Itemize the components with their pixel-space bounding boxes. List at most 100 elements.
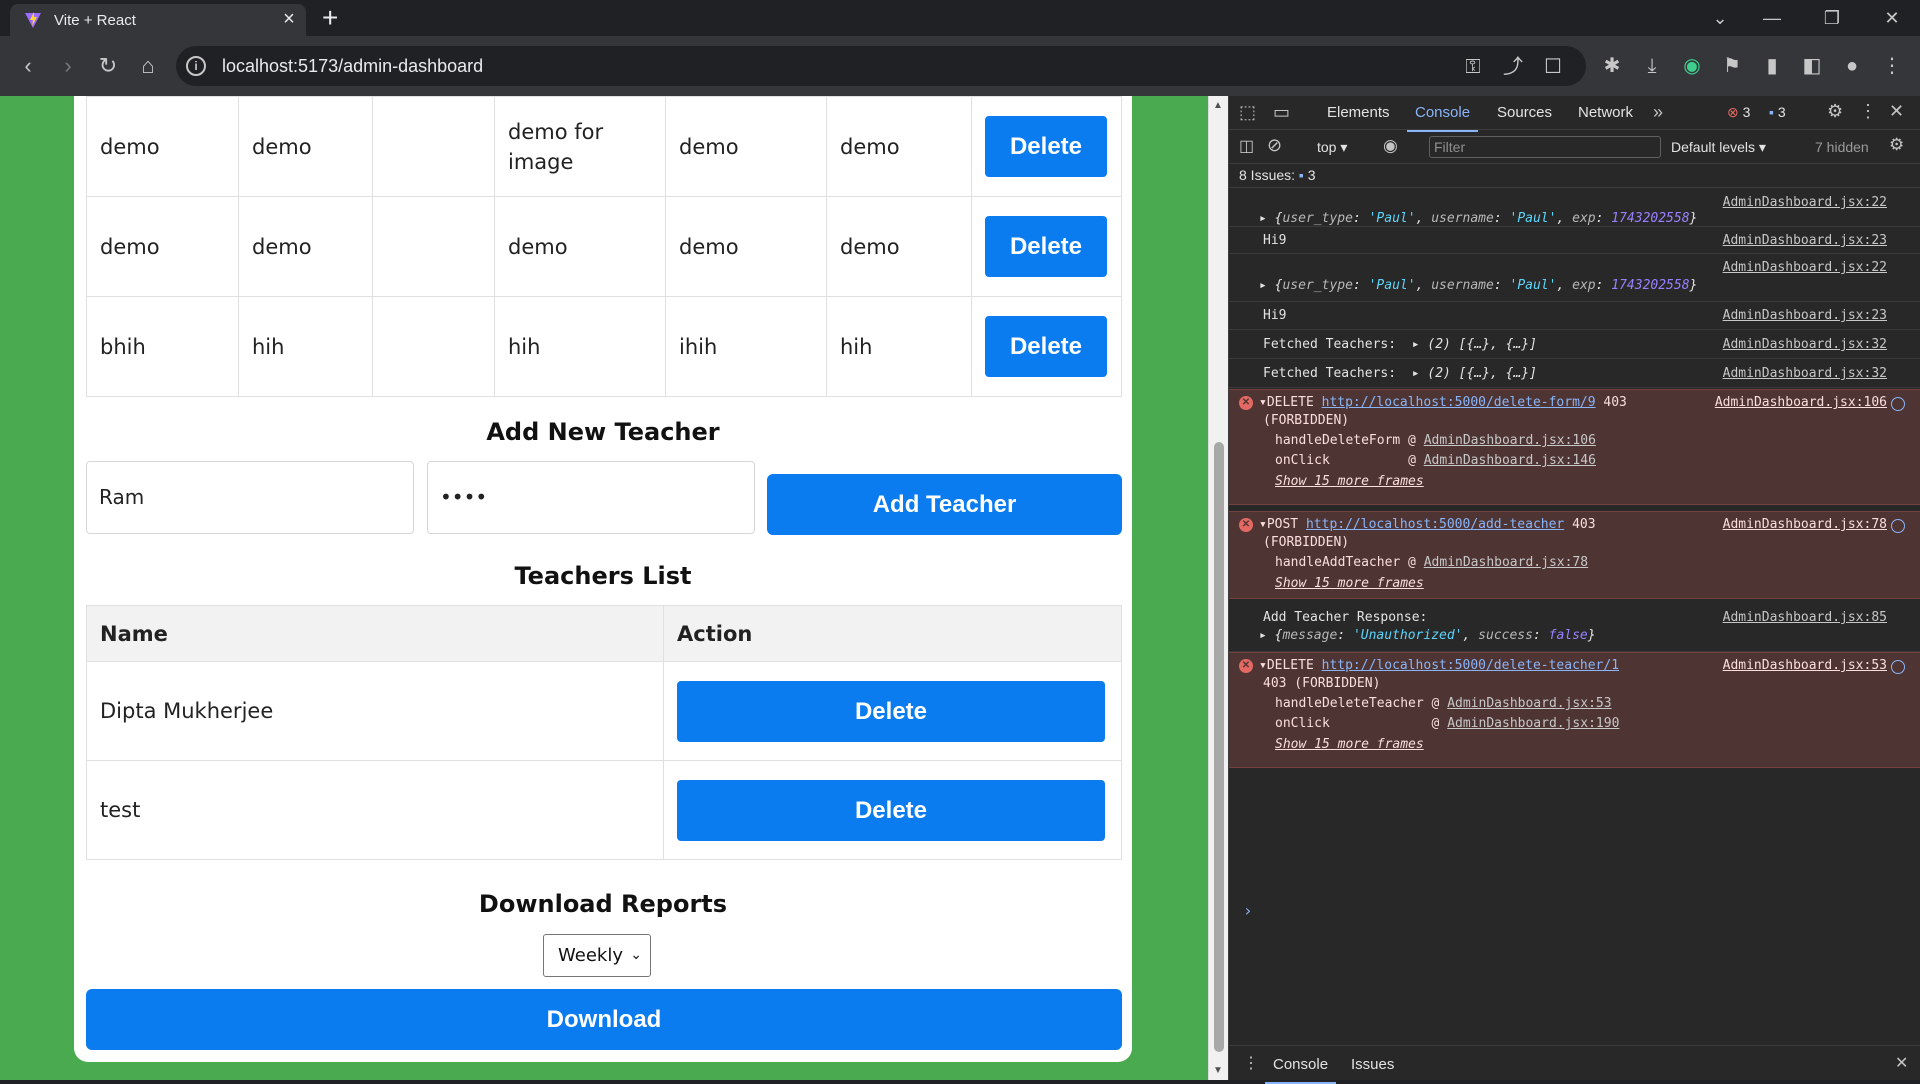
console-settings-icon[interactable]: ⚙ [1889,135,1904,155]
share-icon[interactable]: ⤴ [1500,54,1526,80]
source-link[interactable]: AdminDashboard.jsx:106 [1715,395,1887,410]
tab-elements[interactable]: Elements [1327,104,1390,121]
password-key-icon[interactable]: ⚿ [1460,54,1486,80]
source-link[interactable]: AdminDashboard.jsx:53 [1723,658,1887,673]
tab-console[interactable]: Console [1406,104,1479,132]
network-request-icon[interactable] [1891,660,1905,674]
extension-puzzle-icon[interactable]: ⚑ [1718,52,1746,80]
source-link[interactable]: AdminDashboard.jsx:23 [1723,233,1887,248]
bookmark-list-icon[interactable]: ▮ [1758,52,1786,80]
side-panel-icon[interactable]: ◧ [1798,52,1826,80]
home-icon[interactable]: ⌂ [134,52,162,80]
tab-network[interactable]: Network [1578,104,1633,121]
console-log-row: Add Teacher Response: AdminDashboard.jsx… [1229,602,1920,652]
address-bar[interactable]: i localhost:5173/admin-dashboard ⚿ ⤴ ☐ [176,46,1586,86]
teacher-password-input[interactable]: •••• [427,461,755,534]
log-levels-select[interactable]: Default levels ▾ [1671,139,1766,156]
browser-menu-icon[interactable]: ⋮ [1878,52,1906,80]
close-window-icon[interactable]: ✕ [1872,4,1912,32]
drawer-tab-console[interactable]: Console [1264,1056,1337,1084]
table-cell: ihih [665,296,827,397]
device-toolbar-icon[interactable]: ▭ [1273,102,1290,123]
browser-tab[interactable]: Vite + React × [10,4,306,36]
console-log-row: Fetched Teachers: ▸ (2) [{…}, {…}] Admin… [1229,330,1920,359]
devtools-menu-icon[interactable]: ⋮ [1859,101,1877,122]
context-select[interactable]: top ▾ [1317,139,1347,156]
forward-icon[interactable]: › [54,52,82,80]
close-tab-icon[interactable]: × [278,8,300,30]
close-devtools-icon[interactable]: ✕ [1889,101,1904,122]
live-expression-eye-icon[interactable]: ◉ [1383,136,1398,156]
console-prompt-icon[interactable]: › [1243,901,1253,920]
report-period-value: Weekly [558,945,623,966]
close-drawer-icon[interactable]: ✕ [1895,1053,1908,1073]
table-cell: Delete [971,296,1122,397]
scrollbar-thumb[interactable] [1214,442,1224,1052]
inspect-element-icon[interactable]: ⬚ [1239,102,1256,123]
reload-icon[interactable]: ↻ [94,52,122,80]
download-button[interactable]: Download [86,989,1122,1050]
delete-teacher-button[interactable]: Delete [677,680,1105,742]
profile-avatar[interactable]: ● [1838,52,1866,80]
drawer-tab-issues[interactable]: Issues [1351,1056,1394,1073]
table-cell: demo [665,96,827,197]
new-tab-icon[interactable]: + [322,2,338,34]
site-info-icon[interactable]: i [186,56,206,76]
table-cell: demo [86,96,239,197]
console-output: AdminDashboard.jsx:22 ▸ {user_type: 'Pau… [1229,189,1920,1041]
extension-shield-icon[interactable]: ◉ [1678,52,1706,80]
object-preview[interactable]: ▸ {user_type: 'Paul', username: 'Paul', … [1259,211,1697,226]
object-preview[interactable]: ▸ {user_type: 'Paul', username: 'Paul', … [1259,278,1697,293]
delete-teacher-button[interactable]: Delete [677,779,1105,841]
source-link[interactable]: AdminDashboard.jsx:85 [1723,610,1887,625]
console-log-row: Hi9 AdminDashboard.jsx:23 [1229,227,1920,254]
url-text[interactable]: localhost:5173/admin-dashboard [222,56,483,77]
network-request-icon[interactable] [1891,519,1905,533]
scroll-down-icon[interactable]: ▼ [1213,1065,1223,1076]
clear-console-icon[interactable]: ⊘ [1267,135,1282,156]
tab-search-icon[interactable]: ⌄ [1700,4,1740,32]
column-header-name: Name [86,605,664,662]
delete-form-button[interactable]: Delete [985,116,1107,177]
source-link[interactable]: AdminDashboard.jsx:32 [1723,366,1887,381]
error-count-badge[interactable]: ⊗ 3 [1727,104,1750,121]
error-status: (FORBIDDEN) [1263,535,1350,550]
stack-frame: onClick @ AdminDashboard.jsx:190 [1275,716,1620,731]
bookmark-icon[interactable]: ☐ [1540,54,1566,80]
show-more-frames-link[interactable]: Show 15 more frames [1275,576,1424,591]
source-link[interactable]: AdminDashboard.jsx:22 [1723,260,1887,275]
source-link[interactable]: AdminDashboard.jsx:22 [1723,195,1887,210]
report-period-select[interactable]: Weekly ⌄ [543,934,651,977]
message-icon: ▪ [1769,104,1774,120]
devtools-tab-bar: ⬚ ▭ Elements Console Sources Network » ⊗… [1229,96,1920,132]
sidebar-toggle-icon[interactable]: ◫ [1239,136,1254,156]
issues-bar[interactable]: 8 Issues: ▪ 3 [1229,164,1920,188]
object-preview[interactable]: ▸ {message: 'Unauthorized', success: fal… [1259,628,1596,643]
console-log-row: Fetched Teachers: ▸ (2) [{…}, {…}] Admin… [1229,359,1920,388]
tab-sources[interactable]: Sources [1497,104,1552,121]
delete-form-button[interactable]: Delete [985,316,1107,377]
table-cell: Delete [971,96,1122,197]
add-teacher-button[interactable]: Add Teacher [767,474,1122,535]
download-icon[interactable]: ⤓ [1638,52,1666,80]
teacher-name-input[interactable]: Ram [86,461,414,534]
maximize-icon[interactable]: ❐ [1812,4,1852,32]
add-teacher-heading: Add New Teacher [486,418,720,446]
message-count-badge[interactable]: ▪ 3 [1769,104,1786,120]
show-more-frames-link[interactable]: Show 15 more frames [1275,737,1424,752]
settings-gear-icon[interactable]: ⚙ [1827,101,1843,122]
scroll-up-icon[interactable]: ▲ [1213,100,1223,111]
source-link[interactable]: AdminDashboard.jsx:32 [1723,337,1887,352]
show-more-frames-link[interactable]: Show 15 more frames [1275,474,1424,489]
network-request-icon[interactable] [1891,397,1905,411]
more-tabs-icon[interactable]: » [1653,102,1663,123]
page-scrollbar[interactable]: ▲ ▼ [1208,96,1228,1080]
back-icon[interactable]: ‹ [14,52,42,80]
drawer-menu-icon[interactable]: ⋮ [1243,1053,1259,1073]
delete-form-button[interactable]: Delete [985,216,1107,277]
minimize-icon[interactable]: — [1752,4,1792,32]
console-filter-input[interactable]: Filter [1429,136,1661,158]
source-link[interactable]: AdminDashboard.jsx:78 [1723,517,1887,532]
source-link[interactable]: AdminDashboard.jsx:23 [1723,308,1887,323]
extensions-icon[interactable]: ✱ [1598,52,1626,80]
